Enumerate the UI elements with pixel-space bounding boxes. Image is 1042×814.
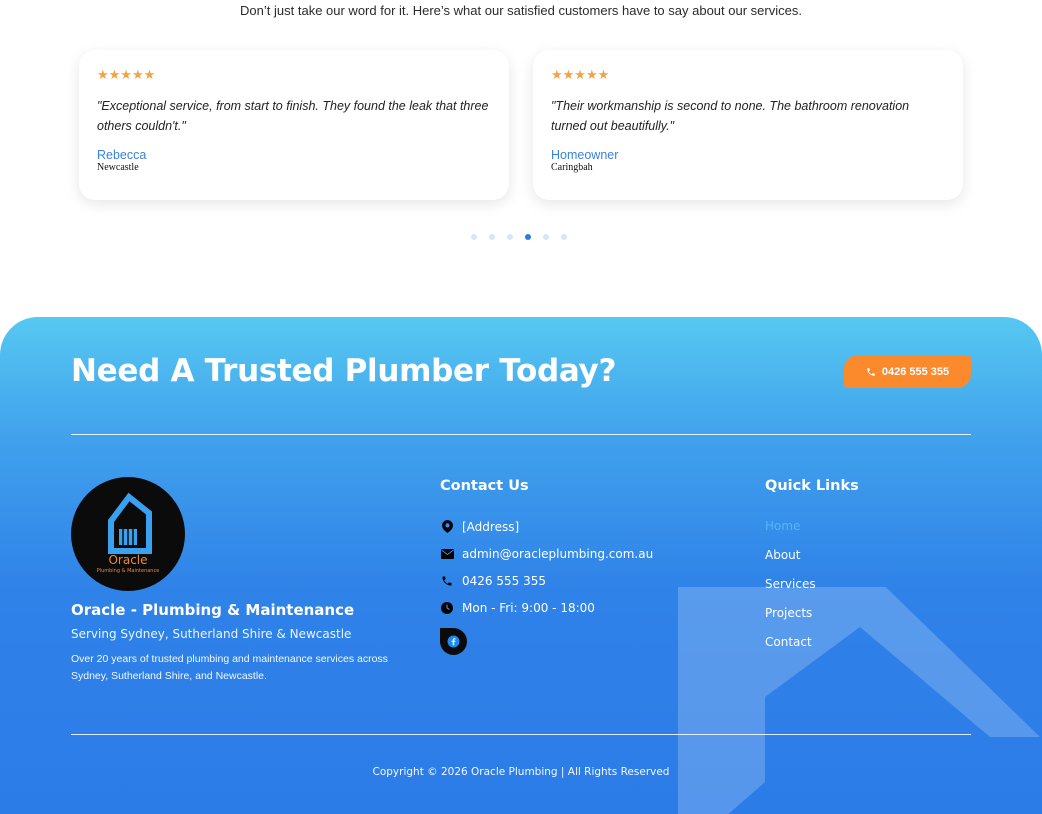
logo-subtext: Plumbing & Maintenance <box>97 568 160 574</box>
phone-icon <box>440 574 454 588</box>
hours-text: Mon - Fri: 9:00 - 18:00 <box>462 600 595 615</box>
map-pin-icon <box>440 520 454 534</box>
testimonial-author: Rebecca <box>97 148 147 162</box>
carousel-dot-1[interactable] <box>471 234 477 240</box>
testimonial-card: ★★★★★ "Their workmanship is second to no… <box>533 50 963 200</box>
carousel-dot-3[interactable] <box>507 234 513 240</box>
contact-title: Contact Us <box>440 478 529 494</box>
brand-tagline: Serving Sydney, Sutherland Shire & Newca… <box>71 627 352 641</box>
divider <box>71 434 971 435</box>
testimonial-location: Newcastle <box>97 162 139 173</box>
testimonial-quote: "Their workmanship is second to none. Th… <box>551 99 910 133</box>
footer: Need A Trusted Plumber Today? 0426 555 3… <box>0 317 1042 814</box>
testimonial-location: Caringbah <box>551 162 593 173</box>
cta-title: Need A Trusted Plumber Today? <box>71 353 617 389</box>
company-logo[interactable]: Oracle Plumbing & Maintenance <box>71 477 185 591</box>
address-text: [Address] <box>462 519 520 534</box>
phone-icon <box>867 367 875 376</box>
contact-email[interactable]: admin@oracleplumbing.com.au <box>440 540 653 567</box>
contact-phone[interactable]: 0426 555 355 <box>440 567 653 594</box>
footer-link-about[interactable]: About <box>765 540 816 569</box>
testimonial-quote: "Exceptional service, from start to fini… <box>97 99 489 133</box>
carousel-pagination <box>471 234 567 240</box>
footer-link-contact[interactable]: Contact <box>765 627 816 656</box>
house-watermark-icon <box>678 587 1040 814</box>
brand-name: Oracle - Plumbing & Maintenance <box>71 601 355 619</box>
carousel-dot-6[interactable] <box>561 234 567 240</box>
call-button-label: 0426 555 355 <box>881 365 950 378</box>
divider <box>71 734 971 735</box>
facebook-icon <box>447 635 460 648</box>
call-button[interactable]: 0426 555 355 <box>844 355 971 388</box>
footer-link-projects[interactable]: Projects <box>765 598 816 627</box>
quick-links-title: Quick Links <box>765 478 859 494</box>
carousel-dot-4[interactable] <box>525 234 531 240</box>
logo-house-icon: Oracle Plumbing & Maintenance <box>97 492 160 574</box>
footer-link-services[interactable]: Services <box>765 569 816 598</box>
email-link[interactable]: admin@oracleplumbing.com.au <box>462 547 653 561</box>
contact-hours: Mon - Fri: 9:00 - 18:00 <box>440 594 653 621</box>
testimonials-intro: Don’t just take our word for it. Here’s … <box>240 3 802 18</box>
phone-link[interactable]: 0426 555 355 <box>462 574 546 588</box>
clock-icon <box>440 601 454 615</box>
star-rating: ★★★★★ <box>551 67 610 82</box>
carousel-dot-5[interactable] <box>543 234 549 240</box>
star-rating: ★★★★★ <box>97 67 156 82</box>
contact-address: [Address] <box>440 513 653 540</box>
copyright-text: Copyright © 2026 Oracle Plumbing | All R… <box>372 766 670 778</box>
contact-list: [Address] admin@oracleplumbing.com.au 04… <box>440 513 653 621</box>
testimonial-author: Homeowner <box>551 148 619 162</box>
footer-link-home[interactable]: Home <box>765 511 816 540</box>
logo-wordmark: Oracle <box>108 553 147 567</box>
facebook-button[interactable] <box>440 628 467 655</box>
brand-description: Over 20 years of trusted plumbing and ma… <box>71 653 388 682</box>
testimonial-card: ★★★★★ "Exceptional service, from start t… <box>79 50 509 200</box>
envelope-icon <box>440 547 454 561</box>
carousel-dot-2[interactable] <box>489 234 495 240</box>
quick-links-list: Home About Services Projects Contact <box>765 511 816 656</box>
